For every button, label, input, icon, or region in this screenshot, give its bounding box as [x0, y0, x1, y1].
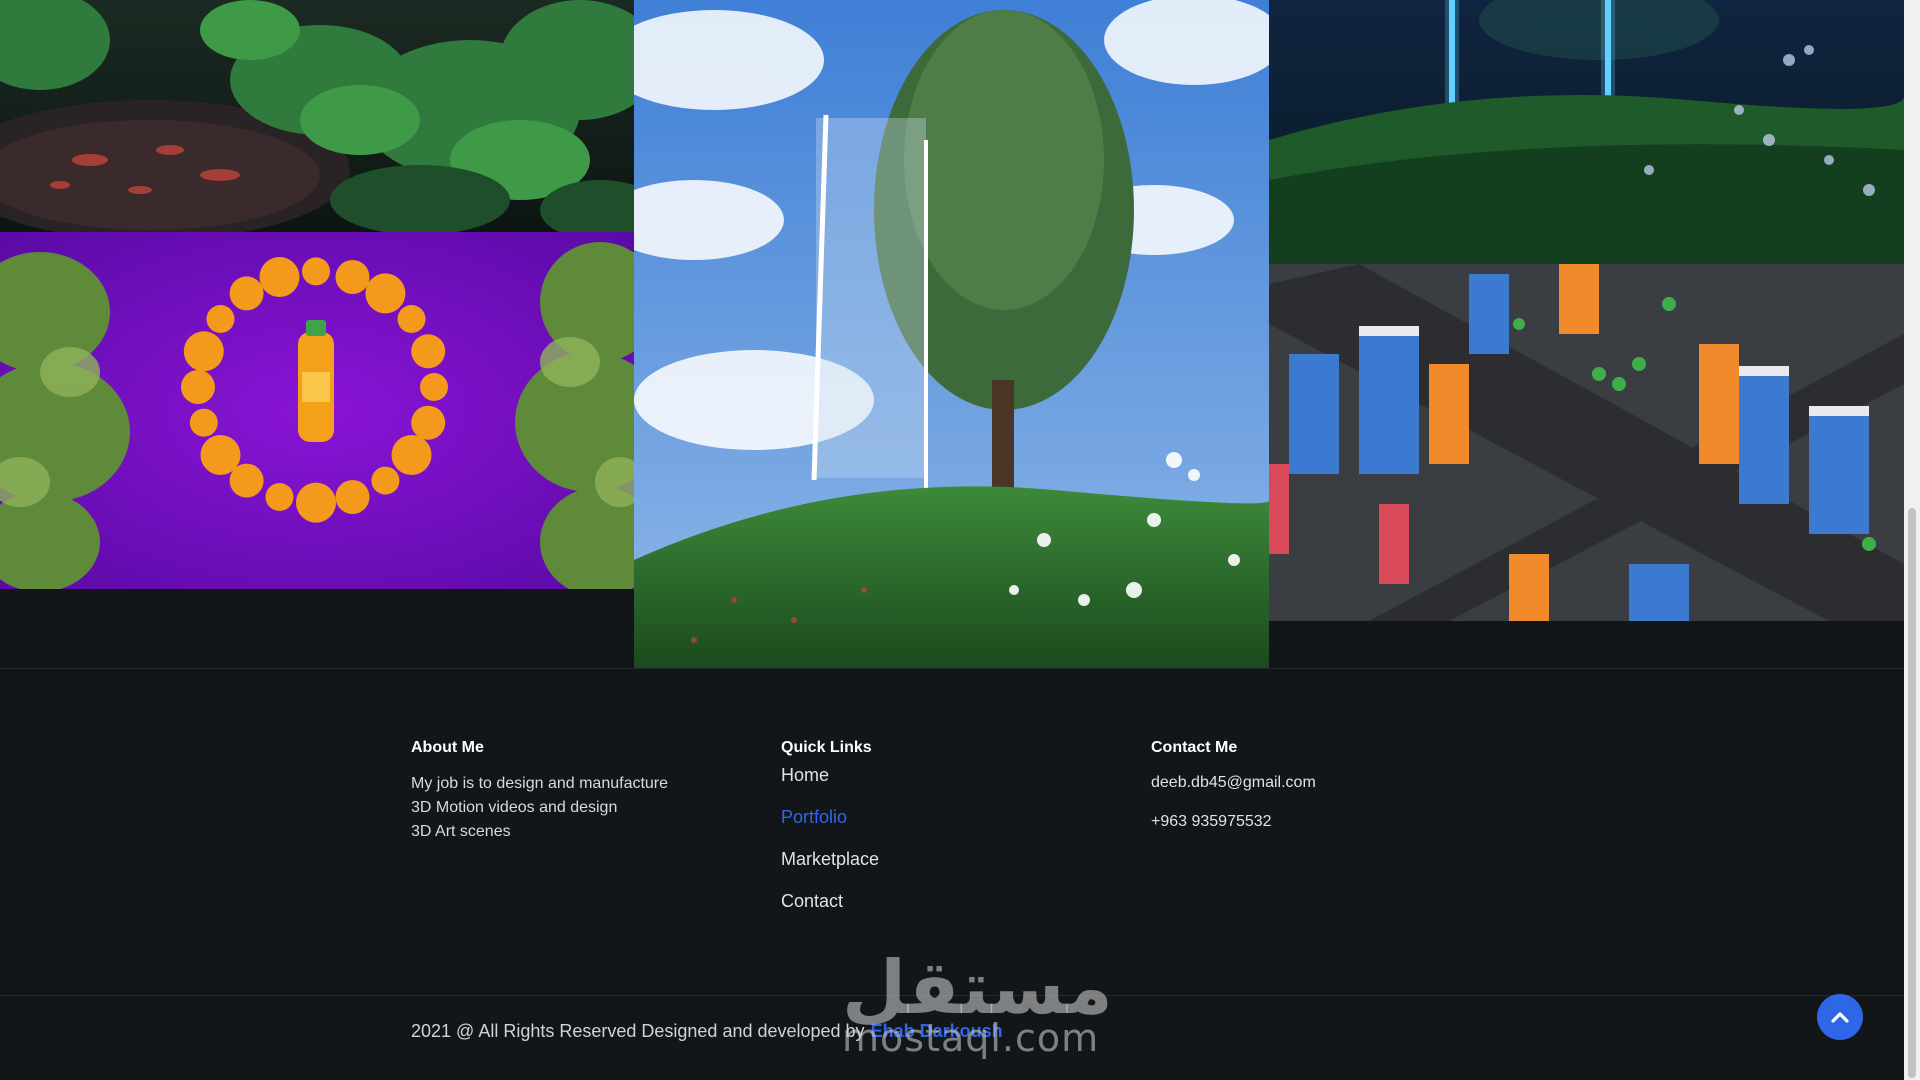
- contact-email[interactable]: deeb.db45@gmail.com: [1151, 772, 1491, 794]
- about-line: My job is to design and manufacture: [411, 775, 669, 792]
- page: About Me My job is to design and manufac…: [0, 0, 1920, 1080]
- garden-image: [0, 0, 634, 232]
- orange-slice: [397, 305, 426, 333]
- orange-slice: [302, 257, 330, 286]
- footer-quick-links: Quick Links Home Portfolio Marketplace C…: [781, 738, 1081, 931]
- footer-about: About Me My job is to design and manufac…: [411, 738, 751, 844]
- orange-juice-image: [0, 232, 634, 589]
- orange-slice: [265, 483, 294, 511]
- orange-slice: [189, 408, 218, 437]
- orange-slice: [371, 466, 400, 495]
- copyright-text: 2021 @ All Rights Reserved Designed and …: [411, 1021, 865, 1041]
- gallery-item-garden[interactable]: [0, 0, 634, 232]
- orange-slice: [411, 334, 446, 369]
- contact-phone: +963 935975532: [1151, 813, 1272, 830]
- tree-mirror-image: [634, 0, 1269, 668]
- scrollbar-thumb[interactable]: [1908, 508, 1916, 1078]
- quick-link-portfolio[interactable]: Portfolio: [781, 805, 1081, 829]
- neon-lights-image: [1269, 0, 1904, 264]
- orange-slice: [296, 482, 336, 523]
- orange-slice: [200, 435, 241, 475]
- back-to-top-button[interactable]: [1817, 994, 1863, 1040]
- page-scrollbar[interactable]: [1904, 0, 1920, 1080]
- orange-slice: [335, 480, 370, 514]
- about-line: 3D Motion videos and design: [411, 799, 618, 816]
- contact-title: Contact Me: [1151, 739, 1238, 756]
- section-divider: [0, 668, 1904, 669]
- gallery-item-city[interactable]: [1269, 264, 1904, 621]
- orange-slice: [229, 276, 264, 311]
- about-line: 3D Art scenes: [411, 823, 511, 840]
- gallery-item-neon[interactable]: [1269, 0, 1904, 264]
- about-title: About Me: [411, 739, 484, 756]
- quick-link-contact[interactable]: Contact: [781, 889, 1081, 913]
- footer-divider: [0, 995, 1904, 996]
- copyright: 2021 @ All Rights Reserved Designed and …: [411, 1019, 1003, 1043]
- low-poly-city-image: [1269, 264, 1904, 621]
- orange-slice: [365, 273, 406, 314]
- footer-contact: Contact Me deeb.db45@gmail.com +963 9359…: [1151, 738, 1491, 850]
- quick-link-home[interactable]: Home: [781, 763, 1081, 787]
- orange-slice: [335, 260, 370, 294]
- orange-slice: [391, 435, 432, 475]
- orange-slice: [259, 257, 300, 297]
- orange-slice: [420, 373, 448, 401]
- gallery-item-tree[interactable]: [634, 0, 1269, 668]
- quick-link-marketplace[interactable]: Marketplace: [781, 847, 1081, 871]
- author-link[interactable]: Ehab Darkoush: [871, 1021, 1003, 1041]
- portfolio-gallery: [0, 0, 1904, 668]
- quick-links-title: Quick Links: [781, 739, 872, 756]
- gallery-item-oranges[interactable]: [0, 232, 634, 589]
- orange-slice: [183, 331, 224, 372]
- watermark-arabic: مستقل: [842, 945, 1113, 1031]
- chevron-up-icon: [1831, 1012, 1849, 1023]
- orange-slice: [206, 305, 235, 333]
- orange-slice: [181, 370, 215, 404]
- orange-slice: [411, 405, 446, 440]
